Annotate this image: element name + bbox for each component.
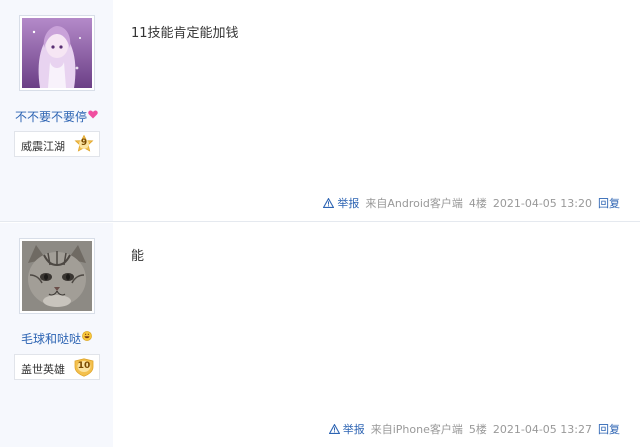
author-name[interactable]: 不不要不要停 (0, 108, 113, 125)
floor-number: 5楼 (468, 423, 487, 436)
post-floor-5: 毛球和哒哒 盖世英雄 10 能 举报 来自iPhone客户端 5楼 2021-0… (0, 223, 640, 447)
level-number: 10 (77, 361, 91, 371)
avatar[interactable] (19, 238, 95, 314)
grin-emoji-icon (82, 331, 92, 344)
report-link[interactable]: 举报 (328, 421, 365, 437)
post-tail: 举报 来自Android客户端 4楼 2021-04-05 13:20 回复 (317, 195, 620, 211)
client-source: 来自Android客户端 (365, 197, 463, 210)
post-content: 能 (131, 249, 145, 264)
level-shield-icon: 10 (73, 358, 95, 377)
post-content: 11技能肯定能加钱 (131, 26, 239, 41)
avatar-image-cat (22, 241, 92, 311)
badge-title: 盖世英雄 (21, 363, 65, 376)
report-link[interactable]: 举报 (323, 195, 359, 211)
badge-title: 威震江湖 (21, 140, 65, 153)
post-floor-4: 不不要不要停 威震江湖 9 11技能肯定能加钱 举报 来自Android客户端 … (0, 0, 640, 222)
warning-icon (328, 424, 340, 434)
post-tail: 举报 来自iPhone客户端 5楼 2021-04-05 13:27 回复 (323, 421, 620, 437)
floor-number: 4楼 (468, 197, 487, 210)
avatar[interactable] (19, 15, 95, 91)
member-badge[interactable]: 盖世英雄 10 (14, 354, 100, 380)
level-number: 9 (80, 138, 88, 148)
heart-emoji-icon (88, 110, 98, 122)
member-badge[interactable]: 威震江湖 9 (14, 131, 100, 157)
reply-link[interactable]: 回复 (598, 421, 620, 437)
post-time: 2021-04-05 13:20 (492, 196, 592, 210)
level-star-icon: 9 (73, 135, 95, 154)
author-panel: 毛球和哒哒 盖世英雄 10 (0, 223, 113, 447)
reply-link[interactable]: 回复 (598, 195, 620, 211)
warning-icon (323, 198, 335, 208)
avatar-image-anime-girl (22, 18, 92, 88)
author-name[interactable]: 毛球和哒哒 (0, 330, 113, 347)
client-source: 来自iPhone客户端 (370, 423, 463, 436)
author-panel: 不不要不要停 威震江湖 9 (0, 0, 113, 221)
post-time: 2021-04-05 13:27 (492, 422, 592, 436)
